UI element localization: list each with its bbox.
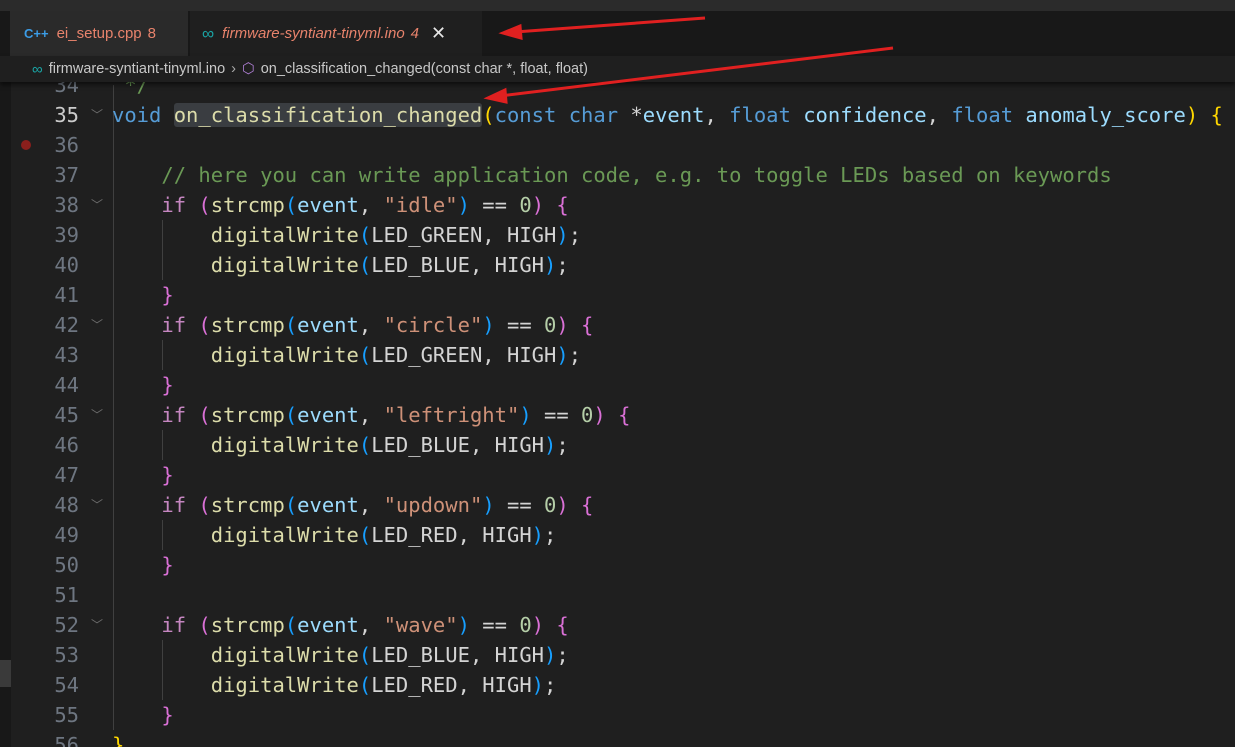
red-arrow-to-function bbox=[483, 46, 894, 104]
red-arrow-to-tab bbox=[498, 16, 706, 41]
annotation-arrows bbox=[483, 16, 894, 104]
